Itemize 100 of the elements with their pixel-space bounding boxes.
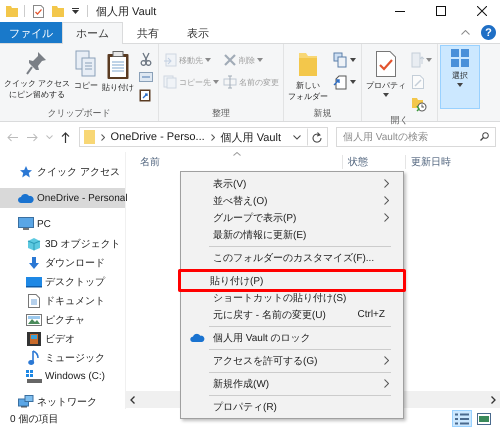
network-icon [18, 395, 34, 409]
sort-ascending-icon [233, 152, 241, 156]
folder-icon [6, 5, 18, 17]
large-icons-view-icon [477, 412, 491, 424]
picture-icon [26, 314, 42, 326]
details-view-icon [455, 412, 469, 424]
properties-icon [375, 50, 398, 78]
chevron-right-icon [210, 134, 215, 140]
open-icon [411, 52, 426, 68]
navigation-item[interactable]: OneDrive - Personal [0, 188, 125, 208]
select-button[interactable]: 選択 [440, 45, 480, 109]
search-field[interactable]: 個人用 Vaultの検索 [336, 127, 496, 147]
cloud-icon [190, 333, 204, 342]
chevron-down-icon [46, 135, 53, 139]
address-bar[interactable]: OneDrive - Perso... 個人用 Vault [78, 127, 328, 147]
menu-item[interactable]: 個人用 Vault のロック [181, 329, 403, 346]
file-tab[interactable]: ファイル [0, 22, 62, 43]
document-icon [28, 294, 40, 308]
edit-icon [411, 74, 426, 90]
group-label: 整理 [211, 107, 232, 119]
column-header[interactable]: 状態 [342, 155, 405, 169]
menu-item-label: 並べ替え(O) [213, 194, 268, 208]
chevron-right-icon [100, 134, 105, 140]
properties-button[interactable]: プロパティ [364, 47, 408, 100]
forward-arrow-icon [27, 132, 38, 142]
copy-icon [75, 50, 98, 78]
help-button[interactable]: ? [481, 25, 496, 40]
dropdown-caret-icon [350, 58, 356, 62]
folder-icon [52, 5, 64, 17]
menu-item-label: 貼り付け(P) [210, 274, 264, 288]
menu-item-label: ショートカットの貼り付け(S) [213, 292, 346, 304]
navigation-item[interactable]: デスクトップ [0, 272, 125, 291]
pin-button[interactable]: クイック アクセス にピン留めする [2, 47, 72, 103]
menu-item[interactable]: プロパティ(R) [181, 398, 403, 415]
menu-item[interactable]: 表示(V) [181, 175, 403, 192]
dropdown-caret-icon [350, 80, 356, 84]
copy-button[interactable]: コピー [72, 47, 100, 94]
maximize-icon [436, 6, 446, 16]
breadcrumb-link[interactable]: 個人用 Vault [220, 130, 281, 144]
menu-item[interactable]: アクセスを許可する(G) [181, 352, 403, 369]
details-view-button[interactable] [452, 410, 472, 427]
ribbon-tab[interactable]: ホーム [62, 22, 123, 44]
dropdown-caret-icon [205, 58, 212, 62]
navigation-item[interactable]: ピクチャ [0, 310, 125, 329]
menu-item[interactable]: 並べ替え(O) [181, 192, 403, 209]
properties-toolbar-button[interactable] [31, 2, 46, 20]
rename-icon [223, 75, 238, 89]
breadcrumb-link[interactable]: OneDrive - Perso... [110, 131, 205, 143]
menu-item[interactable]: 最新の情報に更新(E) [181, 226, 403, 243]
menu-item-label: グループで表示(P) [213, 212, 296, 224]
paste-shortcut-icon [139, 88, 152, 102]
navigation-item[interactable]: ドキュメント [0, 291, 125, 310]
menu-item[interactable]: 新規作成(W) [181, 375, 403, 392]
film-icon [27, 332, 41, 346]
folder-icon [297, 50, 320, 78]
column-header[interactable]: 更新日時 [405, 155, 500, 169]
menu-item[interactable]: このフォルダーのカスタマイズ(F)... [181, 249, 403, 266]
navigation-item[interactable]: クイック アクセス [0, 162, 125, 182]
dropdown-caret-icon [72, 8, 79, 14]
computer-icon [18, 217, 34, 231]
column-header[interactable]: 名前 [126, 155, 342, 169]
search-icon [480, 132, 489, 141]
close-icon [476, 6, 486, 16]
menu-item-label: このフォルダーのカスタマイズ(F)... [213, 252, 374, 264]
dropdown-caret-icon [426, 58, 432, 62]
refresh-icon [312, 132, 322, 142]
scroll-right-icon [491, 396, 496, 404]
ribbon-tab[interactable]: 共有 [123, 22, 173, 43]
menu-item-label: 表示(V) [213, 178, 246, 190]
group-label: 開く [390, 114, 410, 126]
menu-item[interactable]: グループで表示(P) [181, 209, 403, 226]
ribbon-tab[interactable]: 表示 [173, 22, 223, 43]
new-folder-button[interactable]: 新しい フォルダー [286, 47, 330, 105]
menu-item-label: アクセスを許可する(G) [213, 354, 318, 368]
history-icon [411, 96, 428, 112]
shortcut-label: Ctrl+Z [358, 309, 385, 320]
new-item-icon [333, 52, 350, 68]
menu-item-label: プロパティ(R) [213, 400, 277, 414]
drive-icon [26, 370, 42, 384]
navigation-item[interactable]: ビデオ [0, 329, 125, 348]
navigation-item[interactable]: PC [0, 214, 125, 234]
navigation-item[interactable]: ミュージック [0, 348, 125, 367]
dropdown-caret-icon [213, 80, 220, 84]
menu-item[interactable]: 貼り付け(P) [178, 269, 406, 292]
navigation-item[interactable]: ダウンロード [0, 253, 125, 272]
navigation-item[interactable]: ネットワーク [0, 392, 125, 412]
menu-item-label: 元に戻す - 名前の変更(U) [213, 308, 326, 322]
group-label: クリップボード [46, 107, 112, 119]
easy-access-icon [333, 74, 350, 90]
navigation-item[interactable]: 3D オブジェクト [0, 234, 125, 253]
large-icons-view-button[interactable] [474, 410, 494, 427]
menu-item[interactable]: 元に戻す - 名前の変更(U) Ctrl+Z [181, 306, 403, 323]
copy-path-icon [139, 72, 154, 82]
dropdown-caret-icon [257, 58, 264, 62]
pin-icon [26, 50, 48, 76]
paste-button[interactable]: 貼り付け [100, 47, 136, 96]
cube-icon [27, 236, 41, 250]
menu-item[interactable]: ショートカットの貼り付け(S) [181, 289, 403, 306]
navigation-item[interactable]: Windows (C:) [0, 367, 125, 386]
customize-toolbar-button[interactable] [70, 6, 81, 16]
